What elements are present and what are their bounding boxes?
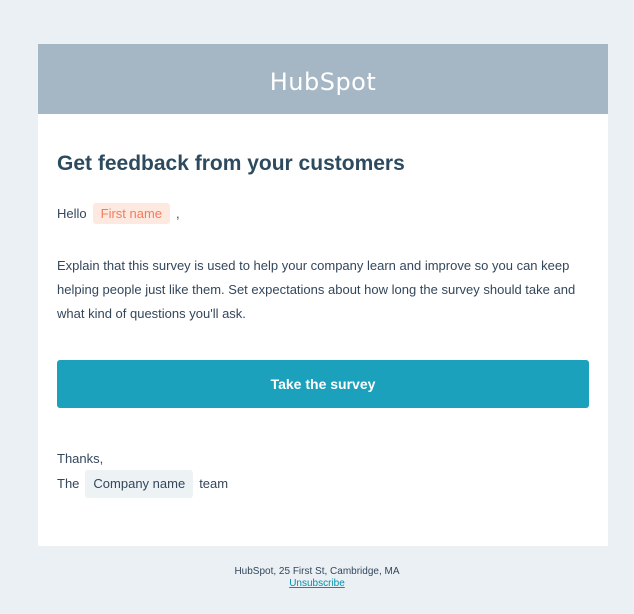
email-body-text: Explain that this survey is used to help…: [57, 258, 576, 321]
signoff-the: The: [57, 476, 80, 491]
company-name-token[interactable]: Company name: [85, 470, 194, 498]
take-survey-button[interactable]: Take the survey: [57, 360, 589, 408]
signoff: Thanks, The Company name team: [57, 448, 589, 498]
first-name-token[interactable]: First name: [92, 203, 171, 224]
email-headline: Get feedback from your customers: [57, 152, 405, 175]
greeting-hello: Hello: [57, 206, 87, 221]
footer-address: HubSpot, 25 First St, Cambridge, MA: [234, 566, 400, 577]
greeting-line: Hello First name ,: [57, 203, 589, 224]
email-card: HubSpot Get feedback from your customers…: [38, 44, 608, 546]
signoff-team-line: The Company name team: [57, 470, 589, 498]
email-content: Get feedback from your customers Hello F…: [38, 114, 608, 498]
email-header: HubSpot: [38, 44, 608, 114]
hubspot-logo: HubSpot: [269, 68, 377, 96]
unsubscribe-link[interactable]: Unsubscribe: [289, 578, 345, 589]
email-footer: HubSpot, 25 First St, Cambridge, MA Unsu…: [0, 566, 634, 590]
signoff-thanks: Thanks,: [57, 451, 104, 466]
signoff-team: team: [199, 476, 229, 491]
greeting-comma: ,: [176, 206, 180, 221]
